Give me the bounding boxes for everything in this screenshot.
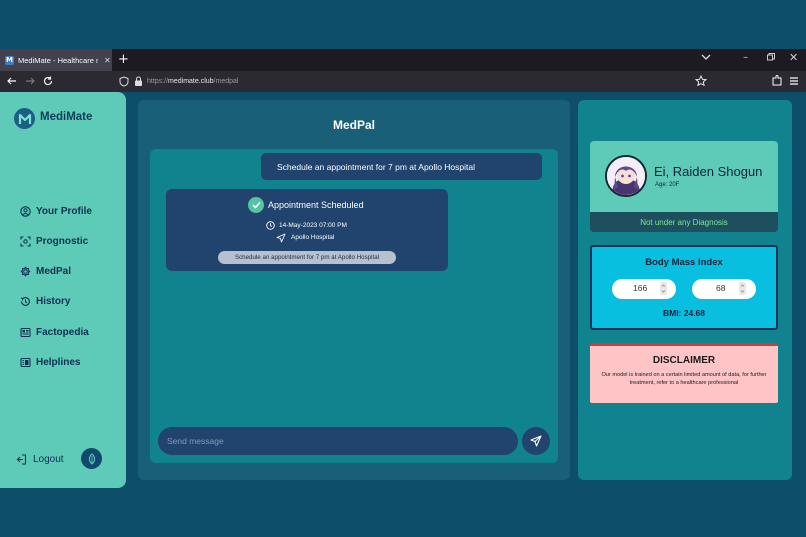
send-icon xyxy=(530,435,542,447)
sidebar-item-your-profile[interactable]: Your Profile xyxy=(20,203,92,219)
extensions-icon[interactable] xyxy=(771,75,783,87)
appointment-datetime: 14-May-2023 07:00 PM xyxy=(279,222,347,229)
shield-icon[interactable] xyxy=(119,76,129,87)
disclaimer-title: DISCLAIMER xyxy=(652,355,716,366)
logout-button[interactable]: Logout xyxy=(16,451,64,467)
back-icon[interactable] xyxy=(6,75,18,87)
app-logo-text: MediMate xyxy=(40,111,93,123)
list-tabs-icon[interactable] xyxy=(701,53,711,61)
diagnosis-status: Not under any Diagnosis xyxy=(590,212,778,232)
location-arrow-icon xyxy=(276,233,286,243)
sidebar-item-label: History xyxy=(36,295,71,307)
appointment-title: Appointment Scheduled xyxy=(268,200,364,210)
sidebar-item-label: Factopedia xyxy=(36,326,89,338)
bmi-result: BMI: 24.68 xyxy=(662,308,706,318)
theme-toggle-button[interactable] xyxy=(81,448,102,469)
gear-icon xyxy=(20,266,31,277)
close-tab-icon[interactable]: ✕ xyxy=(104,56,111,65)
height-value: 166 xyxy=(633,283,648,293)
disclaimer-text: Our model is trained on a certain limite… xyxy=(601,372,767,386)
bookmark-star-icon[interactable] xyxy=(695,75,707,87)
sidebar-item-medpal[interactable]: MedPal xyxy=(20,263,71,279)
height-stepper-icon[interactable] xyxy=(660,282,667,295)
appointment-location: Apollo Hospital xyxy=(291,234,335,241)
clock-icon xyxy=(266,221,275,230)
user-message-bubble: Schedule an appointment for 7 pm at Apol… xyxy=(261,153,542,180)
sidebar-item-label: Helplines xyxy=(36,356,81,368)
user-circle-icon xyxy=(20,205,31,217)
sidebar-item-history[interactable]: History xyxy=(20,293,70,309)
minimize-button[interactable]: – xyxy=(743,52,748,63)
sidebar-item-label: MedPal xyxy=(36,265,72,277)
sidebar-item-helplines[interactable]: Helplines xyxy=(20,354,80,370)
check-icon xyxy=(248,197,264,213)
avatar xyxy=(605,155,647,197)
weight-stepper-icon[interactable] xyxy=(739,282,746,295)
newspaper-icon xyxy=(20,327,31,338)
lock-icon[interactable] xyxy=(134,76,143,87)
profile-age: Age: 20F xyxy=(655,182,680,188)
menu-icon[interactable] xyxy=(789,76,799,86)
new-tab-button[interactable]: + xyxy=(118,52,129,68)
url-text[interactable]: https://medimate.club/medpal xyxy=(147,75,238,88)
sidebar-item-label: Your Profile xyxy=(36,205,92,217)
favicon-icon: M xyxy=(5,55,14,65)
profile-name: Ei, Raiden Shogun xyxy=(654,164,763,179)
sidebar-item-prognostic[interactable]: Prognostic xyxy=(20,233,88,249)
sidebar-item-label: Prognostic xyxy=(36,235,89,247)
phonebook-icon xyxy=(20,357,31,368)
logout-label: Logout xyxy=(33,453,64,465)
history-icon xyxy=(20,296,31,307)
chat-title: MedPal xyxy=(332,118,375,132)
browser-tab[interactable]: M MediMate - Healthcare made s ✕ xyxy=(0,49,112,71)
weight-value: 68 xyxy=(716,283,726,293)
restore-button[interactable] xyxy=(767,53,775,61)
bmi-title: Body Mass Index xyxy=(645,257,723,268)
logout-icon xyxy=(16,453,27,465)
send-button[interactable] xyxy=(522,427,550,455)
close-window-button[interactable]: ✕ xyxy=(789,51,798,64)
sidebar xyxy=(0,92,126,488)
tab-title: MediMate - Healthcare made s xyxy=(18,55,98,65)
forward-icon[interactable] xyxy=(24,75,36,87)
reload-icon[interactable] xyxy=(42,75,54,87)
sidebar-item-factopedia[interactable]: Factopedia xyxy=(20,324,89,340)
message-input[interactable] xyxy=(158,427,518,455)
medimate-logo-icon xyxy=(14,108,35,129)
leaf-icon xyxy=(87,452,97,465)
scan-icon xyxy=(20,235,31,247)
appointment-request-chip: Schedule an appointment for 7 pm at Apol… xyxy=(218,251,396,264)
